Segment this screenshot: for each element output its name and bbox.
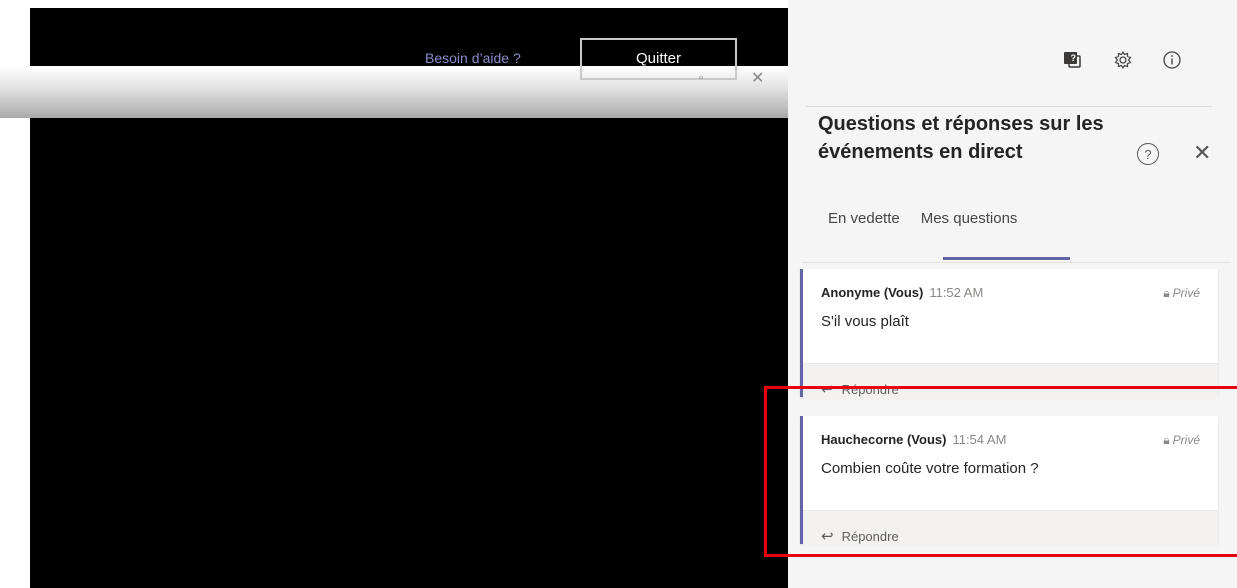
toolbar-divider <box>806 106 1212 107</box>
question-time: 11:52 AM <box>929 285 984 300</box>
question-author: Anonyme (Vous) <box>821 285 924 300</box>
video-area <box>0 0 788 588</box>
help-link[interactable]: Besoin d’aide ? <box>425 50 521 66</box>
highlight-box <box>764 386 1237 557</box>
info-icon[interactable] <box>1160 48 1184 72</box>
video-player <box>30 118 788 588</box>
question-card: Anonyme (Vous) 11:52 AM 🔒︎ Privé S'il vou… <box>800 269 1218 399</box>
qna-chat-icon[interactable]: ? <box>1060 48 1084 72</box>
restore-icon: ▫ <box>699 72 703 84</box>
quit-button-label: Quitter <box>635 50 681 67</box>
tab-bar: En vedette Mes questions <box>828 210 1017 227</box>
help-icon[interactable]: ? <box>1137 143 1159 165</box>
active-tab-indicator <box>943 257 1070 260</box>
private-badge: 🔒︎ Privé <box>1163 286 1200 301</box>
window-close-icon: ✕ <box>751 70 765 87</box>
tab-divider <box>802 262 1231 263</box>
quit-button[interactable]: Quitter <box>580 38 737 80</box>
panel-title: Questions et réponses sur les événements… <box>818 113 1104 163</box>
close-icon[interactable]: ✕ <box>1193 140 1211 166</box>
gear-icon[interactable] <box>1111 48 1135 72</box>
question-text: S'il vous plaît <box>821 313 909 330</box>
tab-featured[interactable]: En vedette <box>828 210 900 227</box>
lock-icon: 🔒︎ <box>1163 286 1170 300</box>
tab-my-questions[interactable]: Mes questions <box>921 210 1018 227</box>
svg-text:?: ? <box>1071 53 1077 63</box>
private-label: Privé <box>1172 286 1200 300</box>
